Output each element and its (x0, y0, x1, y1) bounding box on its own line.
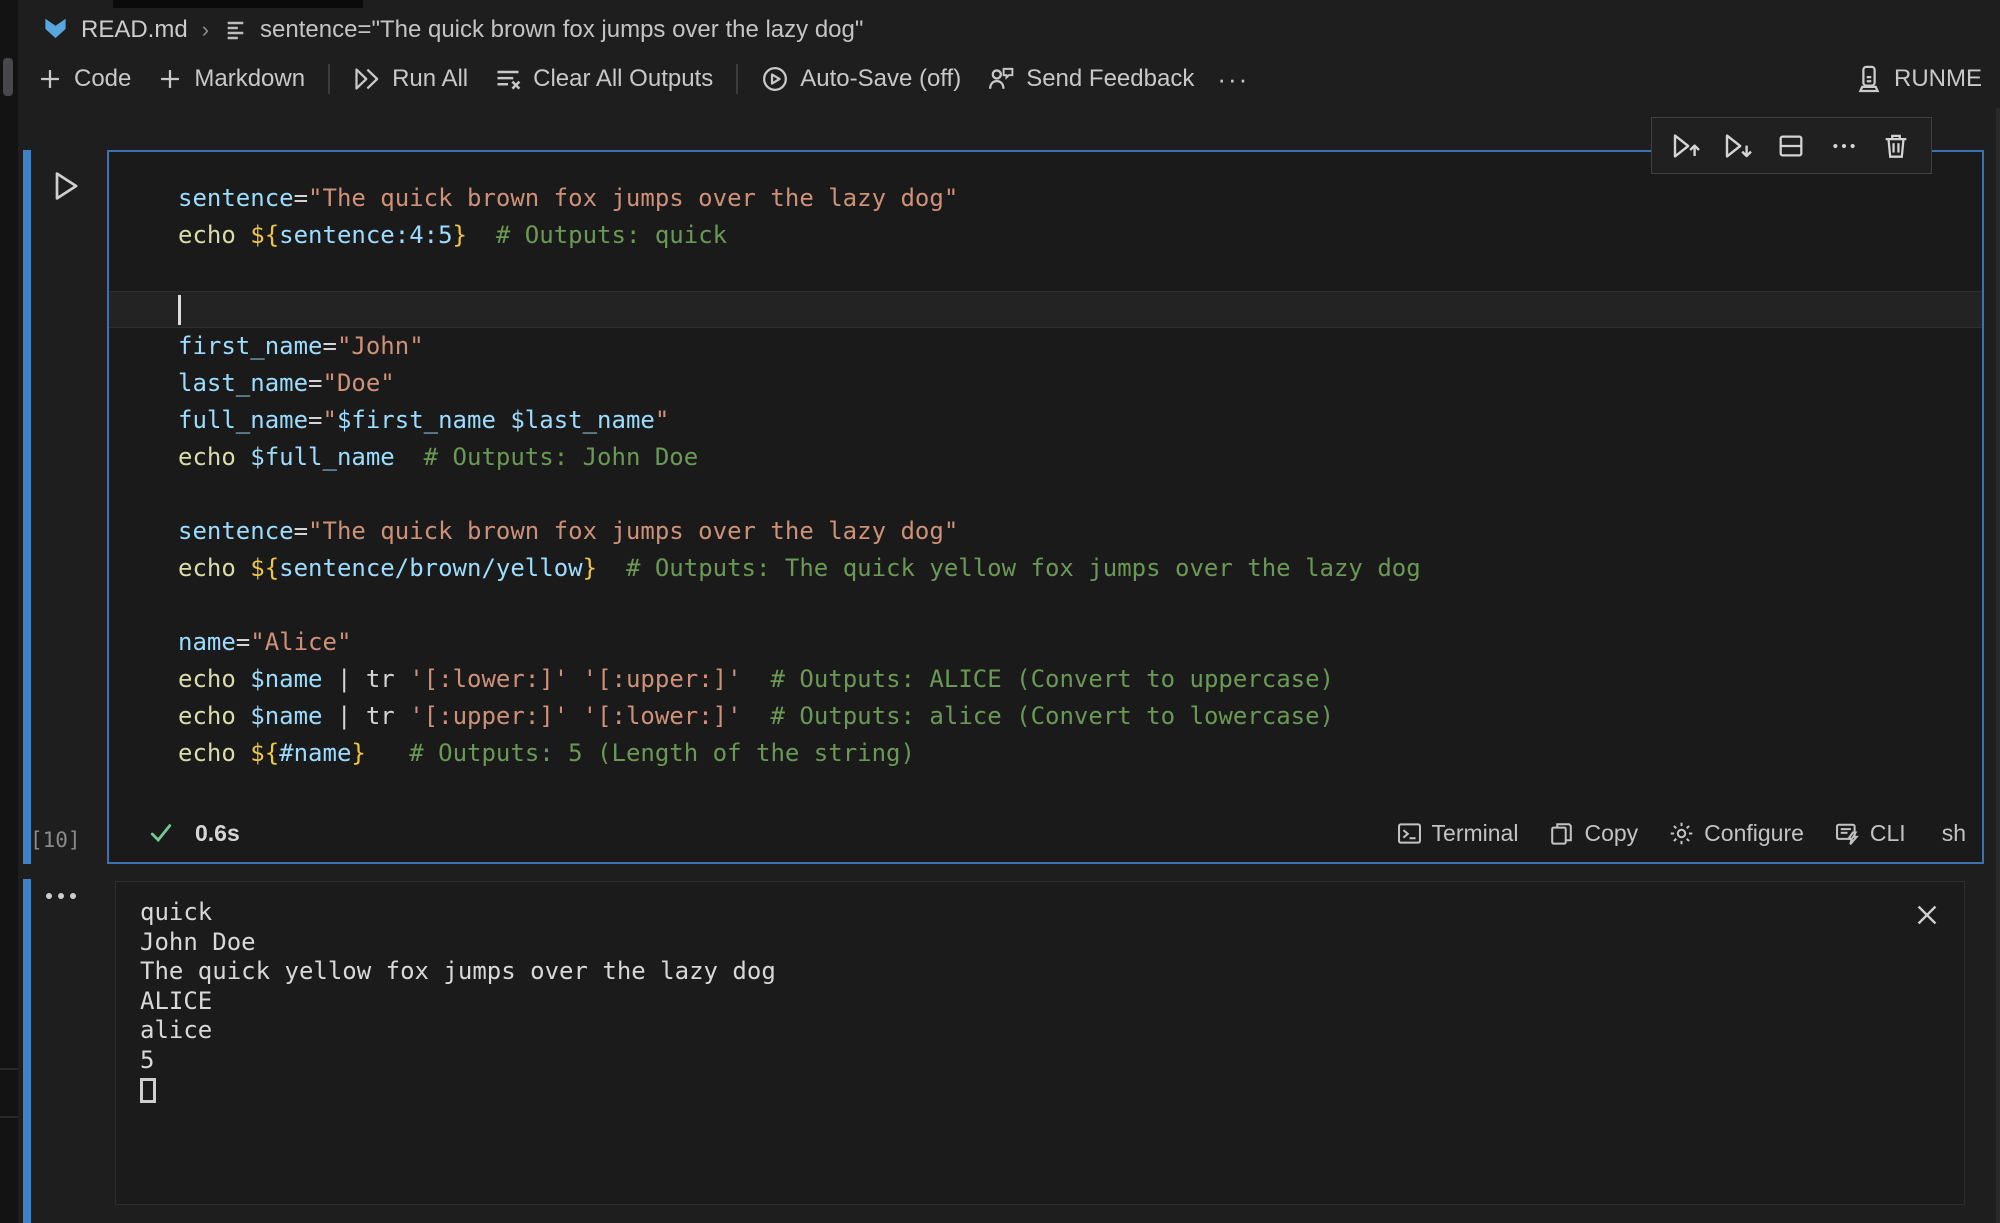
cell-editor[interactable]: sentence="The quick brown fox jumps over… (109, 180, 1982, 772)
split-cell-button[interactable] (1774, 129, 1808, 163)
code-line: echo $name | tr '[:upper:]' '[:lower:]' … (109, 698, 1982, 735)
code-cell: sentence="The quick brown fox jumps over… (107, 150, 1984, 864)
code-line: echo ${sentence:4:5} # Outputs: quick (109, 217, 1982, 254)
execution-duration: 0.6s (195, 820, 240, 847)
breadcrumb-file[interactable]: READ.md (81, 16, 188, 44)
runme-brand: RUNME (1854, 64, 1986, 94)
copy-button[interactable]: Copy (1548, 820, 1638, 847)
output-cursor (140, 1078, 156, 1103)
send-feedback-button[interactable]: Send Feedback (974, 61, 1207, 97)
code-line: echo ${#name} # Outputs: 5 (Length of th… (109, 735, 1982, 772)
code-line: echo $full_name # Outputs: John Doe (109, 439, 1982, 476)
feedback-person-icon (987, 65, 1015, 93)
toolbar-divider (328, 64, 330, 94)
output-line: The quick yellow fox jumps over the lazy… (140, 957, 776, 987)
execute-above-button[interactable] (1670, 129, 1704, 163)
output-line: ALICE (140, 987, 776, 1017)
toolbar-divider (736, 64, 738, 94)
code-line: sentence="The quick brown fox jumps over… (109, 180, 1982, 217)
cli-button[interactable]: CLI (1834, 820, 1906, 847)
scrollbar-thumb[interactable] (3, 58, 13, 96)
run-cell-button[interactable] (48, 168, 84, 204)
auto-save-toggle[interactable]: Auto-Save (off) (748, 61, 974, 97)
code-line: full_name="$first_name $last_name" (109, 402, 1982, 439)
gear-icon (1668, 820, 1695, 847)
plus-icon (157, 66, 183, 92)
terminal-button[interactable]: Terminal (1396, 820, 1519, 847)
code-line: name="Alice" (109, 624, 1982, 661)
execute-below-button[interactable] (1722, 129, 1756, 163)
plus-icon (37, 66, 63, 92)
code-line (109, 254, 1982, 291)
auto-save-icon (761, 65, 789, 93)
toolbar-more-button[interactable]: ··· (1207, 60, 1259, 99)
cell-output-panel: quickJohn DoeThe quick yellow fox jumps … (115, 881, 1965, 1205)
output-more-button[interactable] (46, 893, 76, 899)
clear-outputs-icon (494, 65, 522, 93)
execution-count: [10] (30, 828, 81, 852)
cell-output-text: quickJohn DoeThe quick yellow fox jumps … (140, 898, 776, 1103)
runme-notebook-window: READ.md › sentence="The quick brown fox … (0, 0, 2000, 1223)
cli-lightning-icon (1834, 820, 1861, 847)
left-editor-edge (0, 0, 18, 1223)
output-line: 5 (140, 1046, 776, 1076)
symbol-list-icon (223, 18, 248, 43)
breadcrumb-symbol[interactable]: sentence="The quick brown fox jumps over… (260, 16, 863, 44)
add-code-button[interactable]: Code (24, 61, 144, 97)
tab-strip-sliver (113, 0, 363, 8)
notebook-toolbar: Code Markdown Run All Clear (24, 54, 1986, 104)
terminal-icon (1396, 820, 1423, 847)
runme-logo-icon (1854, 64, 1884, 94)
scrollbar-gutter[interactable] (1996, 108, 2000, 1223)
text-cursor (178, 295, 181, 325)
output-line: quick (140, 898, 776, 928)
cell-status-bar: 0.6s Terminal (109, 804, 1982, 862)
add-markdown-button[interactable]: Markdown (144, 61, 318, 97)
code-line: sentence="The quick brown fox jumps over… (109, 513, 1982, 550)
clear-all-outputs-button[interactable]: Clear All Outputs (481, 61, 726, 97)
output-line: alice (140, 1016, 776, 1046)
configure-button[interactable]: Configure (1668, 820, 1804, 847)
breadcrumb: READ.md › sentence="The quick brown fox … (42, 10, 863, 50)
run-all-button[interactable]: Run All (340, 61, 481, 97)
run-all-icon (353, 65, 381, 93)
language-picker[interactable]: sh (1936, 820, 1966, 847)
code-line: echo $name | tr '[:lower:]' '[:upper:]' … (109, 661, 1982, 698)
runme-arrow-icon (42, 17, 69, 44)
breadcrumb-separator: › (200, 17, 211, 43)
code-line: echo ${sentence/brown/yellow} # Outputs:… (109, 550, 1982, 587)
output-line: John Doe (140, 928, 776, 958)
cell-focus-indicator[interactable] (23, 150, 31, 864)
cell-toolbar (1651, 117, 1932, 174)
output-focus-indicator[interactable] (23, 879, 31, 1223)
code-line (109, 587, 1982, 624)
code-line: last_name="Doe" (109, 365, 1982, 402)
cell-more-button[interactable] (1827, 129, 1861, 163)
code-line (109, 291, 1982, 328)
copy-icon (1548, 820, 1575, 847)
code-line (109, 476, 1982, 513)
success-check-icon (147, 819, 175, 847)
delete-cell-button[interactable] (1879, 129, 1913, 163)
code-line: first_name="John" (109, 328, 1982, 365)
close-output-icon[interactable] (1912, 900, 1942, 930)
